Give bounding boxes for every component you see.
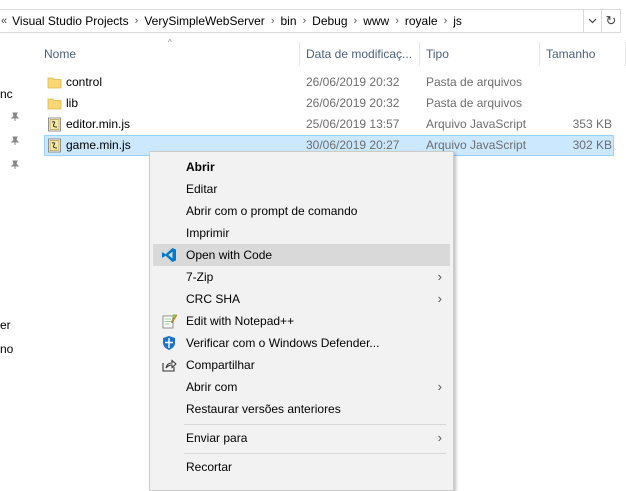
notepadpp-icon (162, 314, 177, 329)
menu-item-label: Enviar para (186, 431, 248, 445)
menu-item-label: Compartilhar (186, 358, 255, 372)
menu-item-compartilhar[interactable]: Compartilhar (153, 354, 450, 376)
breadcrumb-visual-studio-projects[interactable]: Visual Studio Projects (9, 14, 132, 28)
breadcrumb-verysimplewebserver[interactable]: VerySimpleWebServer (141, 14, 268, 28)
file-date: 26/06/2019 20:32 (306, 75, 400, 89)
menu-item-abrir-com[interactable]: Abrir com › (153, 376, 450, 398)
breadcrumb-www[interactable]: www (360, 14, 392, 28)
menu-item-open-with-code[interactable]: Open with Code (153, 244, 450, 266)
file-name: control (66, 75, 103, 89)
nav-item-fragment[interactable]: er (0, 318, 11, 332)
breadcrumb-royale[interactable]: royale (402, 14, 441, 28)
submenu-arrow-icon: › (437, 430, 442, 445)
menu-item-label: Abrir com o prompt de comando (186, 204, 358, 218)
menu-item-7zip[interactable]: 7-Zip › (153, 266, 450, 288)
breadcrumb-chevron-icon[interactable]: › (441, 15, 451, 27)
menu-item-abrir-prompt[interactable]: Abrir com o prompt de comando (153, 200, 450, 222)
file-type: Pasta de arquivos (426, 96, 523, 110)
menu-item-crc-sha[interactable]: CRC SHA › (153, 288, 450, 310)
nav-item-fragment[interactable]: no (0, 342, 13, 356)
breadcrumb-overflow-icon[interactable]: « (0, 15, 9, 27)
address-bar[interactable]: « Visual Studio Projects › VerySimpleWeb… (0, 9, 626, 35)
menu-item-label: Open with Code (186, 248, 273, 262)
pin-icon (10, 136, 20, 145)
file-size: 353 KB (572, 117, 612, 131)
column-header-date[interactable]: Data de modificaç... (300, 42, 420, 66)
breadcrumb-bin[interactable]: bin (277, 14, 299, 28)
breadcrumb-debug[interactable]: Debug (309, 14, 350, 28)
vscode-icon (162, 248, 176, 262)
breadcrumb-chevron-icon[interactable]: › (392, 15, 402, 27)
submenu-arrow-icon: › (437, 379, 442, 394)
menu-item-label: CRC SHA (186, 292, 241, 306)
column-header-date-label: Data de modificaç... (306, 47, 413, 61)
breadcrumb-chevron-icon[interactable]: › (132, 15, 142, 27)
nav-item-fragment[interactable]: nc (0, 87, 13, 101)
js-file-icon (48, 138, 61, 153)
refresh-button[interactable]: ↻ (601, 9, 621, 33)
column-header-size-label: Tamanho (546, 47, 596, 61)
menu-item-edit-notepadpp[interactable]: Edit with Notepad++ (153, 310, 450, 332)
submenu-arrow-icon: › (437, 269, 442, 284)
menu-item-label: 7-Zip (186, 270, 214, 284)
file-name: game.min.js (66, 138, 131, 152)
column-headers: ^ Nome Data de modificaç... Tipo Tamanho (38, 38, 626, 66)
context-menu: Abrir Editar Abrir com o prompt de coman… (149, 151, 454, 491)
file-row-control[interactable]: control 26/06/2019 20:32 Pasta de arquiv… (44, 72, 614, 93)
defender-icon (163, 336, 175, 350)
menu-separator (184, 424, 446, 425)
breadcrumb-chevron-icon[interactable]: › (268, 15, 278, 27)
pin-icon (10, 160, 20, 169)
menu-item-label: Editar (186, 182, 218, 196)
menu-item-imprimir[interactable]: Imprimir (153, 222, 450, 244)
file-date: 26/06/2019 20:32 (306, 96, 400, 110)
menu-item-label: Recortar (186, 460, 233, 474)
breadcrumb-chevron-icon[interactable]: › (351, 15, 361, 27)
file-name: editor.min.js (66, 117, 131, 131)
address-history-dropdown[interactable] (584, 9, 601, 33)
file-row-lib[interactable]: lib 26/06/2019 20:32 Pasta de arquivos (44, 93, 614, 114)
menu-item-abrir[interactable]: Abrir (153, 156, 450, 178)
breadcrumb-js[interactable]: js (450, 14, 465, 28)
menu-item-label: Restaurar versões anteriores (186, 402, 341, 416)
menu-item-editar[interactable]: Editar (153, 178, 450, 200)
file-size: 302 KB (572, 138, 612, 152)
menu-item-label: Abrir com (186, 380, 238, 394)
chevron-down-icon (588, 18, 597, 24)
column-header-type[interactable]: Tipo (420, 42, 540, 66)
file-name: lib (66, 96, 79, 110)
menu-item-restaurar-versoes[interactable]: Restaurar versões anteriores (153, 398, 450, 420)
file-type: Pasta de arquivos (426, 75, 523, 89)
menu-item-label: Abrir (186, 160, 215, 174)
pin-icon (10, 112, 20, 121)
file-size (524, 93, 612, 114)
column-header-name[interactable]: Nome (38, 42, 300, 66)
folder-icon (47, 98, 62, 110)
file-date: 25/06/2019 13:57 (306, 117, 400, 131)
column-header-name-label: Nome (44, 47, 77, 61)
menu-item-recortar[interactable]: Recortar (153, 456, 450, 478)
menu-item-enviar-para[interactable]: Enviar para › (153, 427, 450, 449)
menu-separator (184, 453, 446, 454)
breadcrumb[interactable]: « Visual Studio Projects › VerySimpleWeb… (0, 9, 584, 33)
file-row-editor-min-js[interactable]: editor.min.js 25/06/2019 13:57 Arquivo J… (44, 114, 614, 135)
submenu-arrow-icon: › (437, 291, 442, 306)
menu-item-windows-defender[interactable]: Verificar com o Windows Defender... (153, 332, 450, 354)
file-size (524, 72, 612, 93)
column-header-type-label: Tipo (426, 47, 449, 61)
menu-item-label: Edit with Notepad++ (186, 314, 295, 328)
column-header-size[interactable]: Tamanho (540, 42, 626, 66)
menu-item-label: Imprimir (186, 226, 230, 240)
js-file-icon (48, 117, 61, 132)
file-type: Arquivo JavaScript (426, 117, 527, 131)
breadcrumb-chevron-icon[interactable]: › (300, 15, 310, 27)
share-icon (162, 359, 177, 372)
menu-item-label: Verificar com o Windows Defender... (186, 336, 380, 350)
folder-icon (47, 77, 62, 89)
refresh-icon: ↻ (605, 13, 617, 28)
